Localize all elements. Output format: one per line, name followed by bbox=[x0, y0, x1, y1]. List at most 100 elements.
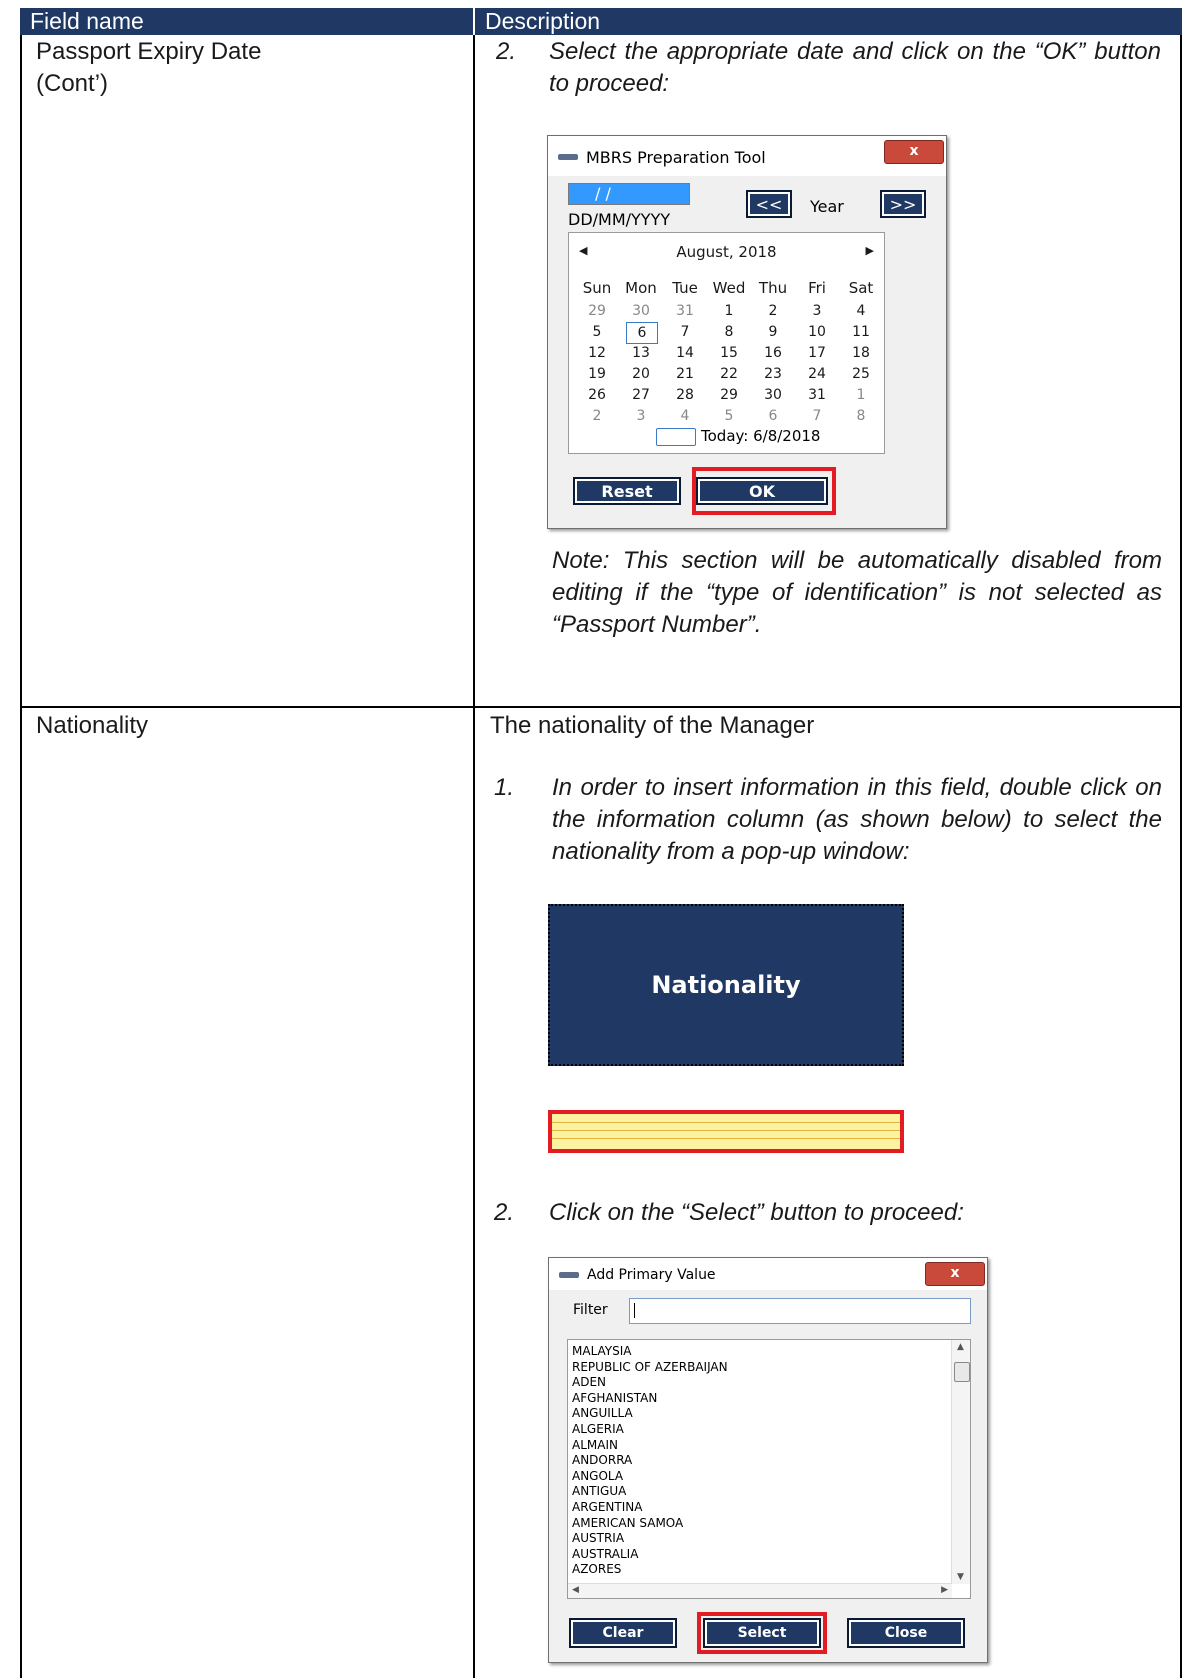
list-item[interactable]: ALGERIA bbox=[568, 1422, 970, 1438]
calendar-day[interactable]: 29 bbox=[714, 385, 744, 405]
table-border-left bbox=[20, 35, 22, 1678]
list-item[interactable]: AFGHANISTAN bbox=[568, 1391, 970, 1407]
calendar-day[interactable]: 20 bbox=[626, 364, 656, 384]
close-button[interactable]: Close bbox=[847, 1618, 965, 1648]
calendar-day[interactable]: 6 bbox=[758, 406, 788, 426]
nationality-column-header[interactable]: Nationality bbox=[548, 904, 904, 1066]
calendar-day[interactable]: 24 bbox=[802, 364, 832, 384]
calendar-day[interactable]: 17 bbox=[802, 343, 832, 363]
calendar-day[interactable]: 13 bbox=[626, 343, 656, 363]
calendar-day[interactable]: 8 bbox=[846, 406, 876, 426]
scroll-up-icon[interactable]: ▲ bbox=[957, 1342, 964, 1352]
calendar-day[interactable]: 15 bbox=[714, 343, 744, 363]
nationality-column-label: Nationality bbox=[651, 971, 801, 999]
calendar-day[interactable]: 2 bbox=[758, 301, 788, 321]
calendar-day[interactable]: 1 bbox=[846, 385, 876, 405]
field-passport-expiry: Passport Expiry Date bbox=[36, 38, 262, 65]
calendar-day[interactable]: 30 bbox=[758, 385, 788, 405]
close-icon[interactable]: x bbox=[884, 140, 944, 164]
list-item[interactable]: ANGUILLA bbox=[568, 1406, 970, 1422]
horizontal-scrollbar[interactable]: ◀ ▶ bbox=[568, 1583, 952, 1598]
calendar-day[interactable]: 22 bbox=[714, 364, 744, 384]
value-list-items: MALAYSIA REPUBLIC OF AZERBAIJAN ADEN AFGHAN… bbox=[568, 1340, 970, 1578]
calendar-day[interactable]: 1 bbox=[714, 301, 744, 321]
day-of-week-header: Thu bbox=[758, 279, 788, 297]
calendar-day[interactable]: 2 bbox=[582, 406, 612, 426]
filter-input[interactable] bbox=[629, 1298, 971, 1324]
scroll-left-icon[interactable]: ◀ bbox=[572, 1585, 579, 1595]
close-icon-2[interactable]: x bbox=[925, 1262, 985, 1286]
calendar-day[interactable]: 31 bbox=[802, 385, 832, 405]
calendar-day[interactable]: 27 bbox=[626, 385, 656, 405]
calendar-day[interactable]: 3 bbox=[626, 406, 656, 426]
calendar-day[interactable]: 23 bbox=[758, 364, 788, 384]
value-list[interactable]: MALAYSIA REPUBLIC OF AZERBAIJAN ADEN AFGHAN… bbox=[567, 1339, 971, 1599]
next-year-button[interactable]: >> bbox=[880, 190, 926, 218]
clear-button[interactable]: Clear bbox=[569, 1618, 677, 1648]
field-nationality: Nationality bbox=[36, 712, 149, 739]
calendar-day[interactable]: 5 bbox=[714, 406, 744, 426]
list-item[interactable]: MALAYSIA bbox=[568, 1344, 970, 1360]
date-format-label: DD/MM/YYYY bbox=[568, 210, 671, 229]
dialog-title-2: Add Primary Value bbox=[587, 1267, 716, 1283]
day-of-week-header: Fri bbox=[808, 279, 826, 297]
calendar-day[interactable]: 12 bbox=[582, 343, 612, 363]
calendar-day[interactable]: 31 bbox=[670, 301, 700, 321]
calendar-day[interactable]: 4 bbox=[846, 301, 876, 321]
prev-year-button[interactable]: << bbox=[746, 190, 792, 218]
header-field-name: Field name bbox=[20, 8, 473, 35]
calendar-day[interactable]: 6 bbox=[626, 322, 658, 344]
step2-text: Click on the “Select” button to proceed: bbox=[549, 1199, 964, 1226]
calendar-day[interactable]: 18 bbox=[846, 343, 876, 363]
date-input[interactable]: / / bbox=[568, 183, 690, 205]
text-cursor bbox=[634, 1303, 635, 1318]
list-item[interactable]: ANTIGUA bbox=[568, 1484, 970, 1500]
calendar-day[interactable]: 14 bbox=[670, 343, 700, 363]
list-item[interactable]: ALMAIN bbox=[568, 1438, 970, 1454]
today-label[interactable]: Today: 6/8/2018 bbox=[701, 427, 820, 445]
app-icon bbox=[558, 154, 578, 160]
calendar-day[interactable]: 29 bbox=[582, 301, 612, 321]
scroll-thumb[interactable] bbox=[954, 1362, 970, 1382]
calendar-day[interactable]: 10 bbox=[802, 322, 832, 342]
step1-text: In order to insert information in this f… bbox=[552, 774, 1162, 865]
list-item[interactable]: ADEN bbox=[568, 1375, 970, 1391]
scroll-right-icon[interactable]: ▶ bbox=[941, 1585, 948, 1595]
list-item[interactable]: AUSTRIA bbox=[568, 1531, 970, 1547]
table-divider bbox=[473, 35, 475, 1678]
day-of-week-header: Sun bbox=[582, 279, 612, 297]
calendar-day[interactable]: 30 bbox=[626, 301, 656, 321]
calendar-day[interactable]: 7 bbox=[802, 406, 832, 426]
day-of-week-header: Mon bbox=[625, 279, 657, 297]
list-item[interactable]: ANDORRA bbox=[568, 1453, 970, 1469]
calendar-day[interactable]: 5 bbox=[582, 322, 612, 342]
day-of-week-header: Wed bbox=[712, 279, 746, 297]
calendar-day[interactable]: 8 bbox=[714, 322, 744, 342]
list-item[interactable]: AUSTRALIA bbox=[568, 1547, 970, 1563]
calendar-day[interactable]: 3 bbox=[802, 301, 832, 321]
calendar-day[interactable]: 21 bbox=[670, 364, 700, 384]
calendar-day[interactable]: 9 bbox=[758, 322, 788, 342]
today-marker bbox=[656, 428, 696, 446]
add-primary-value-dialog: Add Primary Value x Filter MALAYSIA REPUB… bbox=[548, 1257, 988, 1663]
list-item[interactable]: ARGENTINA bbox=[568, 1500, 970, 1516]
vertical-scrollbar[interactable]: ▲ ▼ bbox=[951, 1340, 970, 1584]
calendar-day[interactable]: 26 bbox=[582, 385, 612, 405]
calendar-day[interactable]: 7 bbox=[670, 322, 700, 342]
next-month-icon[interactable]: ▶ bbox=[866, 244, 874, 257]
calendar-day[interactable]: 11 bbox=[846, 322, 876, 342]
calendar-day[interactable]: 25 bbox=[846, 364, 876, 384]
list-item[interactable]: AMERICAN SAMOA bbox=[568, 1516, 970, 1532]
calendar-day[interactable]: 19 bbox=[582, 364, 612, 384]
list-item[interactable]: ANGOLA bbox=[568, 1469, 970, 1485]
note-text: Note: This section will be automatically… bbox=[552, 547, 1162, 638]
reset-button[interactable]: Reset bbox=[573, 477, 681, 505]
list-item[interactable]: AZORES bbox=[568, 1562, 970, 1578]
list-item[interactable]: REPUBLIC OF AZERBAIJAN bbox=[568, 1360, 970, 1376]
field-cont: (Cont’) bbox=[36, 70, 109, 97]
nationality-description: The nationality of the Manager bbox=[490, 712, 815, 739]
calendar-day[interactable]: 28 bbox=[670, 385, 700, 405]
calendar-day[interactable]: 4 bbox=[670, 406, 700, 426]
scroll-down-icon[interactable]: ▼ bbox=[957, 1572, 964, 1582]
calendar-day[interactable]: 16 bbox=[758, 343, 788, 363]
